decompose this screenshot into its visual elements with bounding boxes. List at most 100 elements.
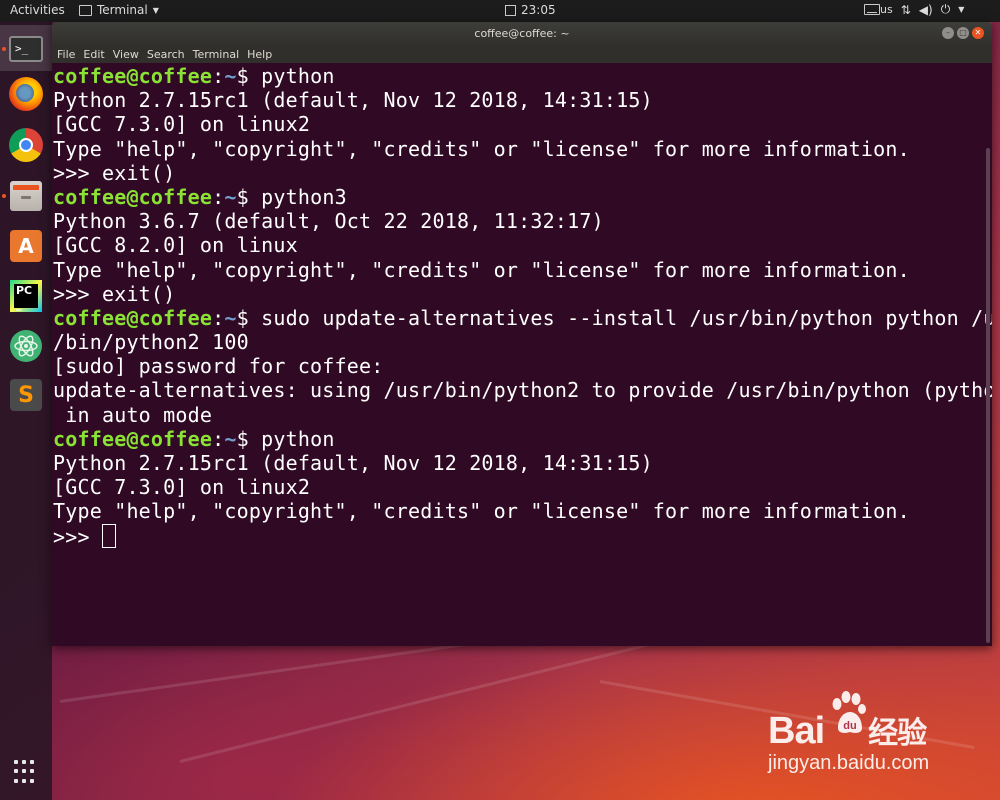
output-text: Python 3.6.7 (default, Oct 22 2018, 11:3… [53, 209, 604, 234]
chrome-icon [9, 128, 43, 162]
terminal-output-line: Python 3.6.7 (default, Oct 22 2018, 11:3… [53, 209, 992, 233]
prompt-user: coffee@coffee [53, 305, 213, 330]
menu-view[interactable]: View [109, 48, 143, 61]
clock-time: 23:05 [521, 3, 556, 17]
menu-help[interactable]: Help [243, 48, 276, 61]
terminal-output-line: [GCC 7.3.0] on linux2 [53, 475, 992, 499]
app-menu[interactable]: Terminal ▼ [79, 3, 159, 17]
activities-button[interactable]: Activities [10, 3, 65, 17]
window-title: coffee@coffee: ~ [474, 27, 570, 40]
close-icon[interactable]: ✕ [972, 27, 984, 39]
output-text: >>> [53, 524, 102, 549]
terminal-output-line: >>> [53, 523, 992, 549]
dock: >_ A PC _ S [0, 22, 52, 800]
prompt-user: coffee@coffee [53, 184, 213, 209]
chevron-down-icon: ▼ [152, 5, 159, 15]
clock[interactable]: 23:05 [505, 3, 556, 17]
scrollbar[interactable] [986, 148, 990, 643]
terminal-window: coffee@coffee: ~ – □ ✕ File Edit View Se… [52, 22, 992, 646]
minimize-icon[interactable]: – [942, 27, 954, 39]
dock-item-terminal[interactable]: >_ [8, 31, 44, 67]
output-text: [sudo] password for coffee: [53, 354, 384, 379]
terminal-output-line: [sudo] password for coffee: [53, 354, 992, 378]
output-text: [GCC 7.3.0] on linux2 [53, 475, 311, 500]
terminal-output-line: Type "help", "copyright", "credits" or "… [53, 258, 992, 282]
output-text: /bin/python2 100 [53, 330, 249, 355]
dock-item-atom[interactable] [8, 328, 44, 364]
keyboard-icon [864, 4, 880, 15]
network-icon: ⇅ [900, 2, 911, 17]
baidu-watermark: Bai 经验 du jingyan.baidu.com [768, 690, 968, 780]
maximize-icon[interactable]: □ [957, 27, 969, 39]
prompt-path: ~ [224, 426, 237, 451]
terminal-output-line: /bin/python2 100 [53, 330, 992, 354]
terminal-output: coffee@coffee:~$ python Python 2.7.15rc1 … [53, 64, 992, 549]
output-text: [GCC 7.3.0] on linux2 [53, 112, 311, 137]
prompt-path: ~ [224, 64, 237, 88]
pycharm-icon: PC _ [10, 280, 42, 312]
output-text: Type "help", "copyright", "credits" or "… [53, 499, 910, 524]
volume-icon: ◀) [918, 2, 933, 17]
command-text: python3 [261, 184, 347, 209]
apps-grid-icon[interactable] [14, 760, 38, 784]
watermark-url: jingyan.baidu.com [768, 752, 930, 774]
command-text: python [261, 64, 335, 88]
text-cursor [101, 523, 116, 548]
output-text: [GCC 8.2.0] on linux [53, 233, 298, 258]
terminal-output-line: in auto mode [53, 403, 992, 427]
output-text: Python 2.7.15rc1 (default, Nov 12 2018, … [53, 451, 653, 475]
terminal-output-line: >>> exit() [53, 161, 992, 185]
keyboard-layout[interactable]: us [880, 3, 893, 16]
terminal-output-line: update-alternatives: using /usr/bin/pyth… [53, 378, 992, 402]
dock-item-chrome[interactable] [8, 127, 44, 163]
chevron-down-icon: ▼ [958, 5, 965, 14]
calendar-icon [505, 4, 516, 16]
software-icon: A [10, 230, 42, 262]
window-titlebar[interactable]: coffee@coffee: ~ – □ ✕ [52, 22, 992, 46]
window-menubar: File Edit View Search Terminal Help [52, 46, 992, 63]
prompt-user: coffee@coffee [53, 64, 213, 88]
terminal-prompt-line: coffee@coffee:~$ python [53, 64, 335, 88]
dock-item-files[interactable] [8, 178, 44, 214]
terminal-output-line: [GCC 8.2.0] on linux [53, 233, 992, 257]
terminal-icon: >_ [9, 36, 43, 62]
terminal-output-line: [GCC 7.3.0] on linux2 [53, 112, 992, 136]
menu-search[interactable]: Search [143, 48, 189, 61]
menu-edit[interactable]: Edit [79, 48, 108, 61]
menu-file[interactable]: File [52, 48, 79, 61]
prompt-path: ~ [224, 305, 237, 330]
terminal-prompt-line: coffee@coffee:~$ python [53, 426, 335, 451]
terminal-small-icon [79, 4, 92, 16]
power-icon: ⏻ [940, 2, 951, 16]
terminal-prompt-line: coffee@coffee:~$ sudo update-alternative… [53, 306, 992, 330]
paw-logo: du [832, 691, 866, 733]
output-text: Type "help", "copyright", "credits" or "… [53, 136, 910, 161]
command-text: python [261, 426, 335, 451]
terminal-output-line: >>> exit() [53, 282, 992, 306]
dock-item-software[interactable]: A [8, 228, 44, 264]
sublime-icon: S [10, 379, 42, 411]
svg-text:du: du [843, 720, 856, 732]
prompt-user: coffee@coffee [53, 426, 213, 451]
system-tray[interactable]: us ⇅ ◀) ⏻ ▼ [864, 2, 964, 17]
output-text: Python 2.7.15rc1 (default, Nov 12 2018, … [53, 88, 653, 113]
running-indicator [2, 47, 6, 51]
dock-item-sublime[interactable]: S [8, 377, 44, 413]
firefox-icon [9, 77, 43, 111]
output-text: update-alternatives: using /usr/bin/pyth… [53, 378, 992, 403]
top-panel: Activities Terminal ▼ 23:05 us ⇅ ◀) ⏻ ▼ [0, 0, 1000, 22]
terminal-output-line: Type "help", "copyright", "credits" or "… [53, 499, 992, 523]
terminal-output-line: Python 2.7.15rc1 (default, Nov 12 2018, … [53, 88, 992, 112]
output-text: in auto mode [53, 402, 213, 427]
terminal-prompt-line: coffee@coffee:~$ python3 [53, 184, 347, 209]
running-indicator [2, 194, 6, 198]
output-text: >>> exit() [53, 160, 176, 185]
menu-terminal[interactable]: Terminal [189, 48, 244, 61]
prompt-path: ~ [224, 184, 237, 209]
dock-item-firefox[interactable] [8, 76, 44, 112]
app-menu-label: Terminal [97, 3, 148, 17]
terminal-output-line: Type "help", "copyright", "credits" or "… [53, 137, 992, 161]
dock-item-pycharm[interactable]: PC _ [8, 278, 44, 314]
terminal-area[interactable]: coffee@coffee:~$ python Python 2.7.15rc1 … [52, 63, 992, 646]
output-text: >>> exit() [53, 281, 176, 306]
